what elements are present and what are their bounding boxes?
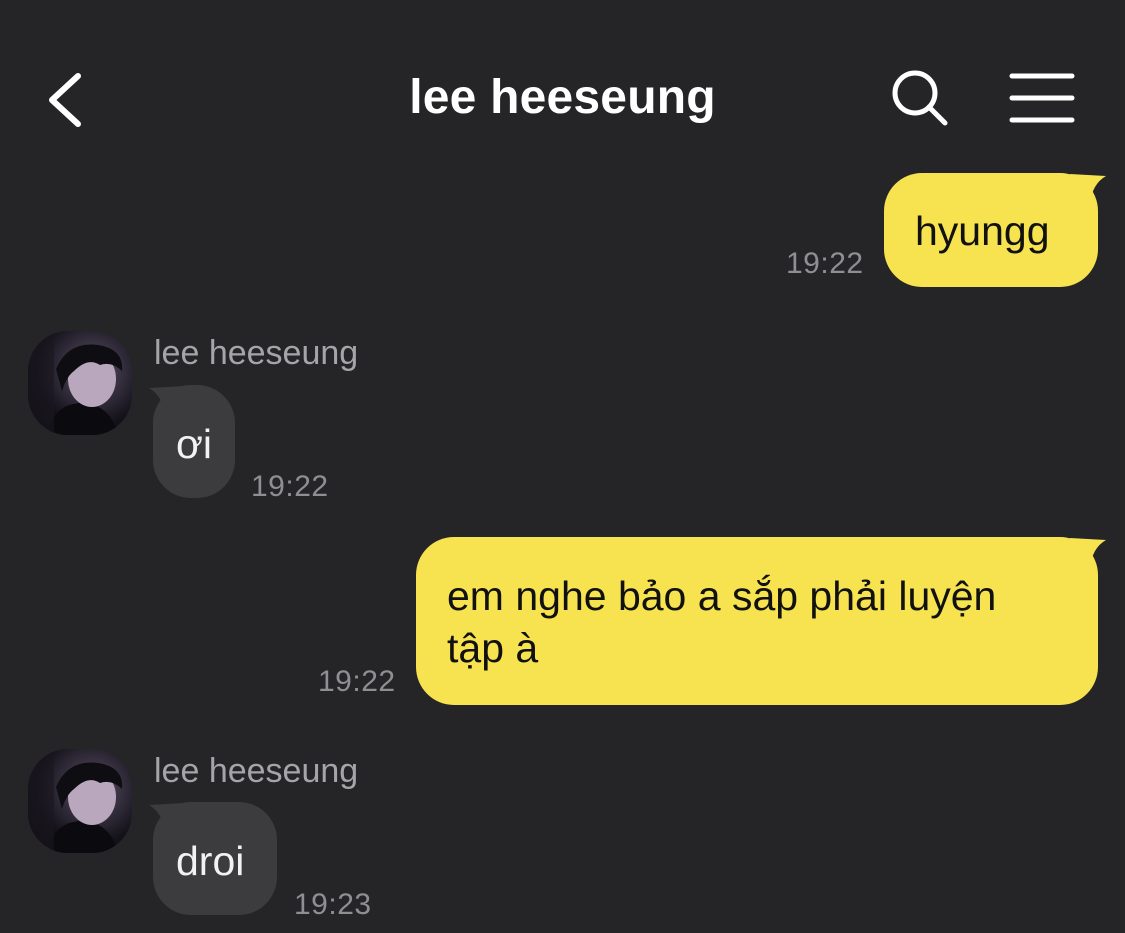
message-text-line: em nghe bảo a sắp phải luyện (447, 573, 997, 619)
their-message-bubble[interactable]: droi (153, 802, 277, 915)
sender-name: lee heeseung (154, 752, 359, 790)
chat-screen: lee heeseung 19:22 hyungg lee heeseung ơ… (0, 0, 1125, 933)
message-time: 19:23 (294, 888, 372, 921)
their-message-bubble[interactable]: ơi (153, 385, 235, 498)
message-time: 19:22 (786, 247, 864, 280)
message-time: 19:22 (318, 665, 396, 698)
message-text: ơi (176, 421, 212, 467)
avatar[interactable] (28, 749, 132, 853)
search-button[interactable] (888, 66, 952, 130)
chat-header: lee heeseung (0, 0, 1125, 180)
profile-photo (28, 331, 123, 435)
avatar[interactable] (28, 331, 132, 435)
my-message-bubble[interactable]: em nghe bảo a sắp phải luyện tập à (416, 537, 1098, 705)
message-text: droi (176, 838, 245, 884)
profile-photo (28, 749, 123, 853)
message-time: 19:22 (251, 470, 329, 503)
message-text-line: tập à (447, 625, 539, 671)
menu-button[interactable] (1006, 68, 1078, 128)
search-icon (892, 70, 948, 126)
hamburger-menu-icon (1009, 73, 1075, 123)
chat-title: lee heeseung (409, 71, 716, 124)
my-message-bubble[interactable]: hyungg (884, 173, 1098, 287)
sender-name: lee heeseung (154, 334, 359, 372)
message-text: hyungg (915, 208, 1050, 254)
